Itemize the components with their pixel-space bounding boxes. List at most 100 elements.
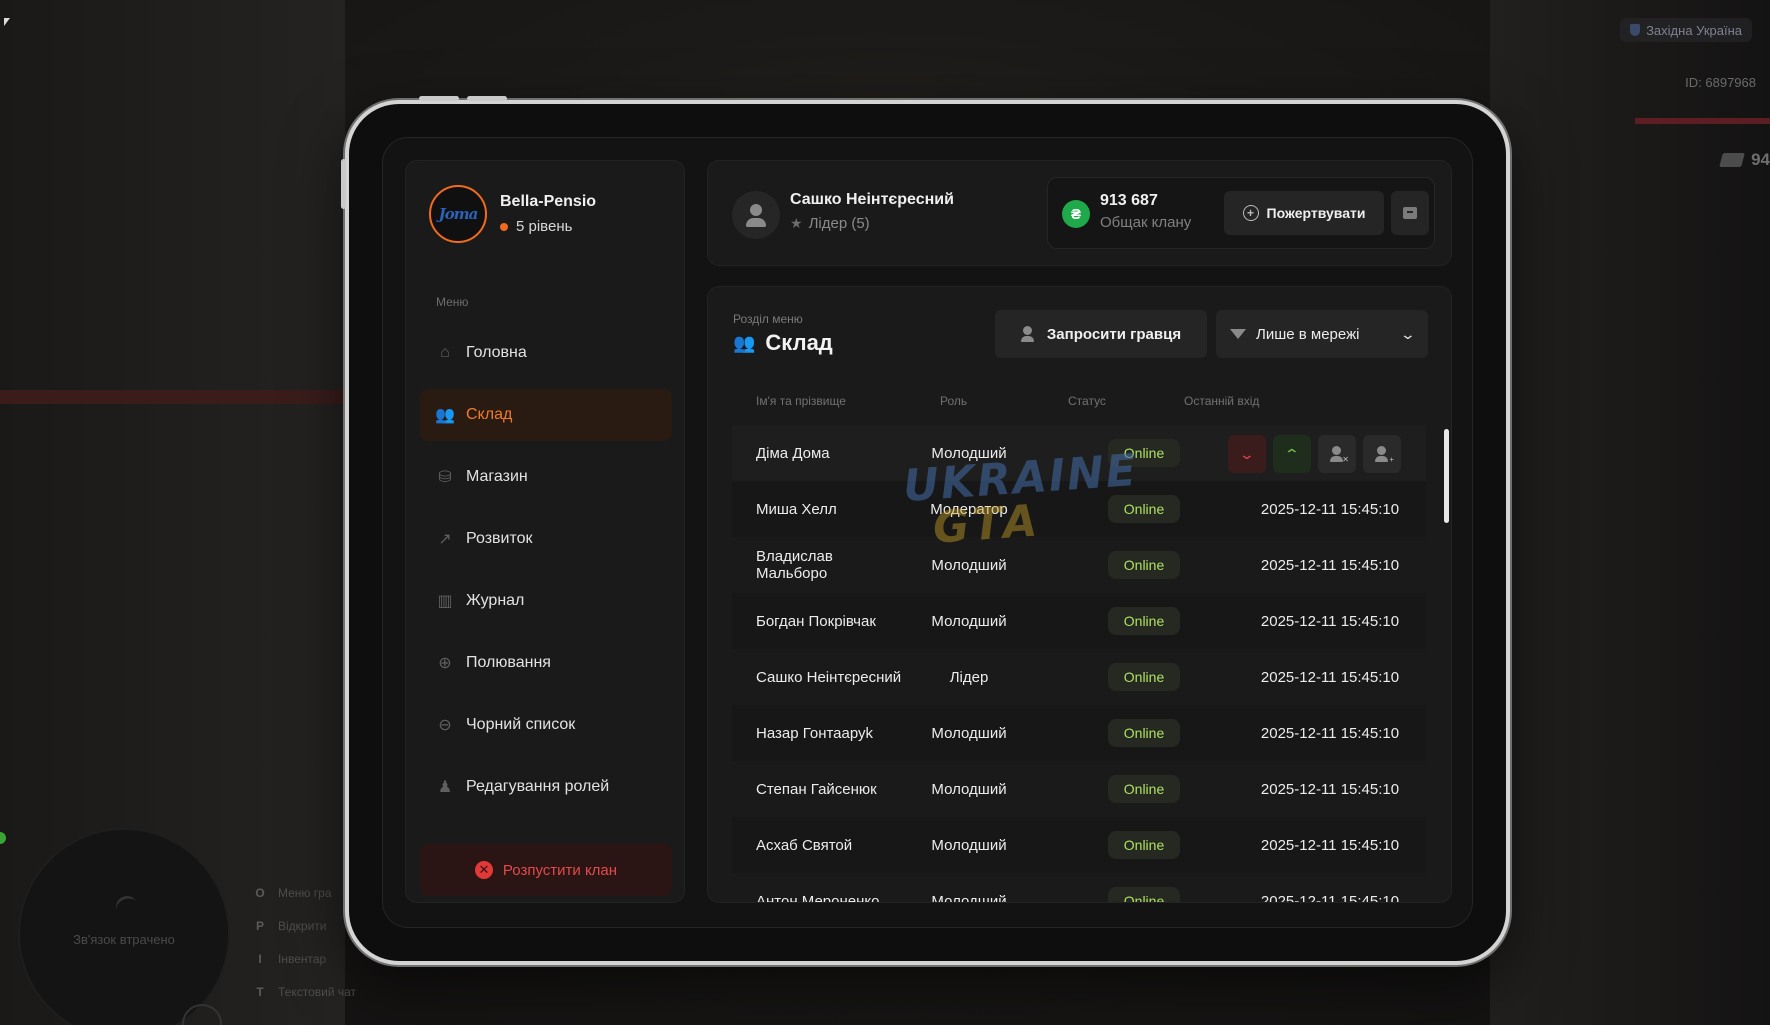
demote-button[interactable]: ⌄ [1228, 435, 1266, 473]
status-badge: Online [1108, 831, 1180, 859]
invite-player-button[interactable]: Запросити гравця [995, 310, 1207, 358]
minus-circle-icon: ⊖ [438, 717, 452, 734]
table-row[interactable]: Сашко Неінтєресний Лідер Online 2025-12-… [732, 649, 1426, 705]
tablet-button [419, 96, 459, 101]
clan-bank: ₴ 913 687 Общак клану + Пожертвувати [1047, 177, 1435, 249]
sidebar-item-roles[interactable]: ♟ Редагування ролей [420, 761, 672, 813]
tablet-screen: Joma Bella-Pensio 5 рівень Меню ⌂ Головна… [382, 137, 1473, 928]
table-row[interactable]: Асхаб Святой Молодший Online 2025-12-11 … [732, 817, 1426, 873]
column-header-status: Статус [1068, 394, 1106, 408]
key-hints: O Меню гра P Відкрити I Інвентар T Текстовий… [252, 876, 356, 1008]
star-icon: ★ [790, 215, 803, 231]
column-header-last-login: Останній вхід [1184, 394, 1260, 408]
chart-icon: ↗ [438, 531, 452, 548]
page-title: 👥 Склад [733, 330, 833, 355]
avatar [732, 191, 780, 239]
menu-caption: Меню [436, 295, 469, 309]
assign-member-button[interactable]: + [1363, 435, 1401, 473]
bank-amount: 913 687 [1100, 192, 1158, 209]
clan-name: Bella-Pensio [500, 193, 597, 210]
leader-card: Сашко Неінтєресний ★ Лідер (5) ₴ 913 687… [707, 160, 1452, 266]
user-gear-icon: ♟ [437, 779, 453, 796]
table-row[interactable]: Владислав Мальборо Молодший Online 2025-… [732, 537, 1426, 593]
sidebar-menu: ⌂ Головна 👥 Склад ⛁ Магазин ↗ Розвиток ▥ Журн… [420, 327, 672, 823]
table-row[interactable]: Діма Дома Молодший Online ⌄ ⌃ ✕ + [732, 425, 1426, 481]
table-row[interactable]: Антон Мероненко Молодший Online 2025-12-… [732, 873, 1426, 902]
minimap: Зв'язок втрачено [18, 828, 230, 1025]
player-id: ID: 6897968 [1685, 75, 1756, 90]
key-hint: P Відкрити [255, 918, 327, 933]
status-badge: Online [1108, 551, 1180, 579]
disband-clan-button[interactable]: ✕ Розпустити клан [420, 844, 672, 896]
sidebar: Joma Bella-Pensio 5 рівень Меню ⌂ Головна… [405, 160, 685, 903]
column-header-role: Роль [940, 394, 968, 408]
clan-header: Joma Bella-Pensio 5 рівень [429, 185, 596, 243]
key-hint: I Інвентар [258, 951, 327, 966]
health-bar [1635, 118, 1770, 124]
status-badge: Online [1108, 495, 1180, 523]
close-circle-icon: ✕ [474, 861, 493, 879]
leader-role: ★ Лідер (5) [790, 215, 870, 232]
book-icon: ▥ [437, 593, 453, 610]
chevron-down-icon: ⌄ [1399, 325, 1417, 342]
status-badge: Online [1108, 607, 1180, 635]
donate-button[interactable]: + Пожертвувати [1224, 191, 1384, 235]
table-row[interactable]: Степан Гайсенюк Молодший Online 2025-12-… [732, 761, 1426, 817]
people-icon: 👥 [733, 332, 756, 353]
region-badge: Західна Україна [1620, 18, 1752, 42]
clan-level: 5 рівень [500, 218, 596, 235]
status-badge: Online [1108, 663, 1180, 691]
money-value: 94 [1751, 150, 1770, 169]
money-hud: 94 [1719, 150, 1770, 170]
level-dot-icon [500, 222, 508, 231]
status-badge: Online [1108, 439, 1180, 467]
sidebar-item-journal[interactable]: ▥ Журнал [420, 575, 672, 627]
table-row[interactable]: Миша Хелл Модератор Online 2025-12-11 15… [732, 481, 1426, 537]
sidebar-item-shop[interactable]: ⛁ Магазин [420, 451, 672, 503]
status-badge: Online [1108, 887, 1180, 902]
kick-member-button[interactable]: ✕ [1318, 435, 1356, 473]
background-stripe [0, 390, 345, 404]
section-caption: Розділ меню [733, 312, 803, 326]
archive-button[interactable] [1391, 191, 1429, 235]
archive-icon [1403, 207, 1417, 219]
shield-icon [1630, 24, 1641, 36]
tablet-button [467, 96, 507, 101]
tablet-frame: Joma Bella-Pensio 5 рівень Меню ⌂ Головна… [341, 96, 1510, 965]
money-icon [1719, 153, 1745, 167]
basket-icon: ⛁ [438, 469, 452, 486]
members-panel: Розділ меню 👥 Склад Запросити гравця Лиш… [707, 286, 1452, 903]
sidebar-item-blacklist[interactable]: ⊖ Чорний список [420, 699, 672, 751]
key-hint: T Текстовий чат [256, 984, 357, 999]
home-icon: ⌂ [440, 344, 450, 361]
promote-button[interactable]: ⌃ [1273, 435, 1311, 473]
people-icon: 👥 [435, 407, 455, 424]
column-header-name: Ім'я та прізвище [756, 394, 846, 408]
chevron-down-icon: ⌄ [1238, 445, 1256, 462]
online-filter-select[interactable]: Лише в мережі ⌄ [1216, 310, 1428, 358]
scrollbar-thumb[interactable] [1444, 429, 1449, 523]
leader-name: Сашко Неінтєресний [790, 191, 954, 208]
add-user-icon [1020, 326, 1037, 342]
clan-logo: Joma [429, 185, 487, 243]
filter-icon [1230, 329, 1246, 339]
remove-user-icon: ✕ [1329, 446, 1349, 464]
key-hint: O Меню гра [255, 885, 332, 900]
hryvnia-coin-icon: ₴ [1062, 200, 1090, 228]
sidebar-item-home[interactable]: ⌂ Головна [420, 327, 672, 379]
crosshair-icon: ⊕ [438, 655, 452, 672]
chevron-up-icon: ⌃ [1283, 445, 1301, 462]
sidebar-item-warehouse[interactable]: 👥 Склад [420, 389, 672, 441]
sidebar-item-hunting[interactable]: ⊕ Полювання [420, 637, 672, 689]
status-badge: Online [1108, 775, 1180, 803]
table-row[interactable]: Богдан Покрівчак Молодший Online 2025-12… [732, 593, 1426, 649]
members-table: Діма Дома Молодший Online ⌄ ⌃ ✕ + Миша Х… [732, 425, 1426, 902]
tablet-side-button [341, 159, 346, 209]
sidebar-item-development[interactable]: ↗ Розвиток [420, 513, 672, 565]
table-row[interactable]: Назар Гонтааруk Молодший Online 2025-12-… [732, 705, 1426, 761]
region-label: Західна Україна [1646, 22, 1742, 38]
status-badge: Online [1108, 719, 1180, 747]
add-user-icon: + [1374, 446, 1394, 464]
connection-lost-label: Зв'язок втрачено [73, 932, 175, 947]
no-signal-icon [112, 892, 142, 922]
